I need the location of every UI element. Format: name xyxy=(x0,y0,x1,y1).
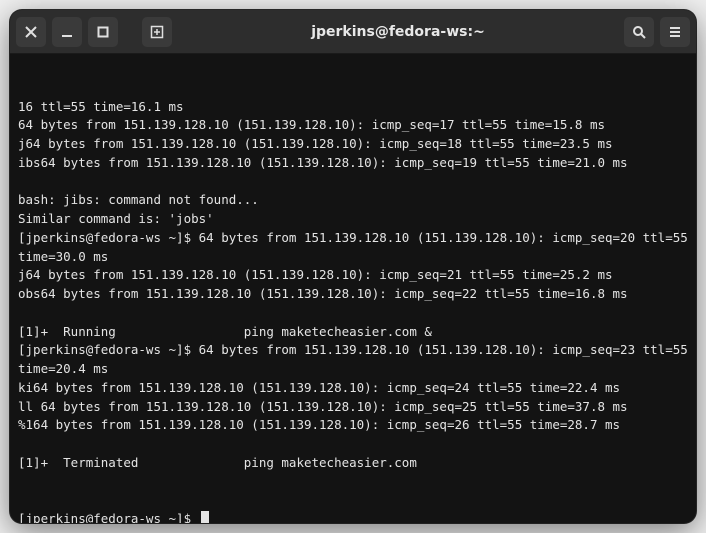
terminal-line xyxy=(18,173,688,192)
terminal-line: [1]+ Running ping maketecheasier.com & xyxy=(18,323,688,342)
terminal-line: j64 bytes from 151.139.128.10 (151.139.1… xyxy=(18,135,688,154)
terminal-line: ki64 bytes from 151.139.128.10 (151.139.… xyxy=(18,379,688,398)
terminal-line: Similar command is: 'jobs' xyxy=(18,210,688,229)
cursor xyxy=(201,511,209,523)
menu-button[interactable] xyxy=(660,17,690,47)
prompt-line: [jperkins@fedora-ws ~]$ xyxy=(18,510,688,523)
terminal-window: jperkins@fedora-ws:~ 16 ttl=55 time=16.1… xyxy=(10,10,696,523)
terminal-line xyxy=(18,435,688,454)
terminal-line: [jperkins@fedora-ws ~]$ 64 bytes from 15… xyxy=(18,341,688,379)
terminal-line: 16 ttl=55 time=16.1 ms xyxy=(18,98,688,117)
terminal-body[interactable]: 16 ttl=55 time=16.1 ms64 bytes from 151.… xyxy=(10,54,696,523)
terminal-line: obs64 bytes from 151.139.128.10 (151.139… xyxy=(18,285,688,304)
titlebar: jperkins@fedora-ws:~ xyxy=(10,10,696,54)
minimize-button[interactable] xyxy=(52,17,82,47)
terminal-line: 64 bytes from 151.139.128.10 (151.139.12… xyxy=(18,116,688,135)
maximize-button[interactable] xyxy=(88,17,118,47)
terminal-line: bash: jibs: command not found... xyxy=(18,191,688,210)
search-icon xyxy=(632,25,646,39)
minimize-icon xyxy=(60,25,74,39)
terminal-line: [1]+ Terminated ping maketecheasier.com xyxy=(18,454,688,473)
new-tab-button[interactable] xyxy=(142,17,172,47)
prompt: [jperkins@fedora-ws ~]$ xyxy=(18,511,199,523)
hamburger-icon xyxy=(668,25,682,39)
window-title: jperkins@fedora-ws:~ xyxy=(178,24,618,40)
maximize-icon xyxy=(96,25,110,39)
terminal-line: ibs64 bytes from 151.139.128.10 (151.139… xyxy=(18,154,688,173)
terminal-line: %164 bytes from 151.139.128.10 (151.139.… xyxy=(18,416,688,435)
terminal-line xyxy=(18,304,688,323)
terminal-line: [jperkins@fedora-ws ~]$ 64 bytes from 15… xyxy=(18,229,688,267)
close-icon xyxy=(24,25,38,39)
terminal-output: 16 ttl=55 time=16.1 ms64 bytes from 151.… xyxy=(18,98,688,473)
close-button[interactable] xyxy=(16,17,46,47)
terminal-line: ll 64 bytes from 151.139.128.10 (151.139… xyxy=(18,398,688,417)
terminal-line: j64 bytes from 151.139.128.10 (151.139.1… xyxy=(18,266,688,285)
new-tab-icon xyxy=(150,25,164,39)
search-button[interactable] xyxy=(624,17,654,47)
